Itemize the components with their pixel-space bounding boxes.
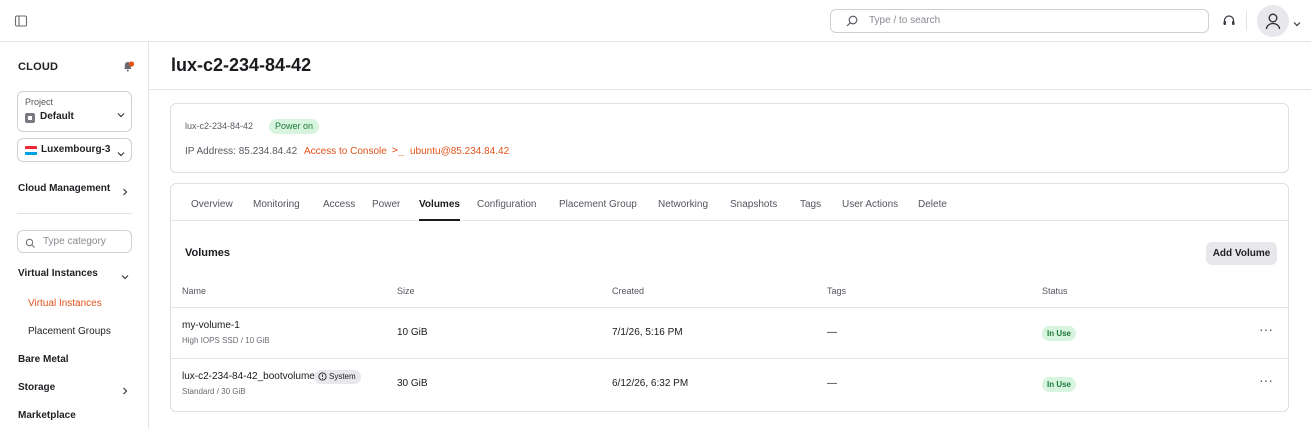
terminal-icon: >_ [392,145,405,156]
search-icon [845,14,859,28]
tab-snapshots[interactable]: Snapshots [730,199,777,210]
column-header-status[interactable]: Status [1042,286,1068,296]
search-icon [25,236,36,248]
project-icon [25,113,35,123]
volume-size: 10 GiB [397,327,428,338]
project-select[interactable]: Project Default [17,91,132,132]
column-header-size[interactable]: Size [397,286,415,296]
more-actions-icon[interactable]: ··· [1259,322,1273,342]
system-badge-label: System [329,372,356,381]
console-link[interactable]: Access to Console [304,146,387,157]
sidebar-item-virtual-instances[interactable]: Virtual Instances [28,298,102,309]
volume-size: 30 GiB [397,378,428,389]
volume-name[interactable]: my-volume-1 [182,320,240,331]
tab-overview[interactable]: Overview [191,199,233,210]
volume-type: High IOPS SSD / 10 GiB [182,336,270,345]
divider [17,213,132,214]
status-badge: In Use [1042,377,1077,392]
tab-bar: Overview Monitoring Access Power Volumes… [171,184,1288,221]
search-placeholder: Type / to search [869,15,941,26]
page-title: lux-c2-234-84-42 [171,55,312,75]
instance-info-card: lux-c2-234-84-42 Power on IP Address: 85… [170,103,1289,173]
volume-tags: — [827,378,837,389]
chevron-down-icon [116,107,126,118]
tab-monitoring[interactable]: Monitoring [253,199,300,210]
sidebar-item-bare-metal[interactable]: Bare Metal [18,354,69,365]
column-header-tags[interactable]: Tags [827,286,846,296]
sidebar-toggle-icon[interactable] [13,13,29,29]
status-badge: In Use [1042,326,1077,341]
volume-name[interactable]: lux-c2-234-84-42_bootvolume [182,371,315,382]
divider [149,89,1311,90]
region-select[interactable]: Luxembourg-3 [17,138,132,162]
tab-delete[interactable]: Delete [918,199,947,210]
volume-tags: — [827,327,837,338]
user-avatar[interactable] [1257,5,1289,37]
chevron-right-icon[interactable] [120,184,130,196]
category-search-input[interactable]: Type category [17,230,132,253]
sidebar: CLOUD Project Default Luxembourg-3 Cloud… [0,42,149,429]
chevron-down-icon[interactable] [120,269,130,280]
ssh-link[interactable]: ubuntu@85.234.84.42 [410,146,509,157]
column-header-name[interactable]: Name [182,286,206,296]
volume-type: Standard / 30 GiB [182,387,246,396]
sidebar-item-storage[interactable]: Storage [18,382,55,393]
luxembourg-flag-icon [25,146,37,155]
bell-icon[interactable] [121,59,135,73]
volume-created: 6/12/26, 6:32 PM [612,378,689,389]
top-bar: Type / to search [0,0,1311,42]
volumes-panel: Overview Monitoring Access Power Volumes… [170,183,1289,412]
instance-name: lux-c2-234-84-42 [185,121,254,131]
active-tab-indicator [419,219,460,221]
volumes-title: Volumes [185,247,231,259]
global-search-input[interactable]: Type / to search [830,9,1209,33]
tab-configuration[interactable]: Configuration [477,199,536,210]
tab-power[interactable]: Power [372,199,400,210]
tab-user-actions[interactable]: User Actions [842,199,898,210]
add-volume-button[interactable]: Add Volume [1206,242,1277,265]
sidebar-item-placement-groups[interactable]: Placement Groups [28,326,111,337]
sidebar-item-marketplace[interactable]: Marketplace [18,410,76,421]
power-status-badge: Power on [269,119,320,134]
sidebar-item-cloud-management[interactable]: Cloud Management [18,183,110,194]
project-value: Default [40,111,74,122]
tab-placement-group[interactable]: Placement Group [559,199,637,210]
tab-volumes[interactable]: Volumes [419,199,460,210]
sidebar-group-virtual-instances[interactable]: Virtual Instances [18,268,98,279]
table-row[interactable]: lux-c2-234-84-42_bootvolume System Stand… [171,358,1288,408]
tab-access[interactable]: Access [323,199,355,210]
category-placeholder: Type category [43,236,106,247]
more-actions-icon[interactable]: ··· [1259,373,1273,393]
chevron-right-icon[interactable] [120,383,130,395]
sidebar-title: CLOUD [18,61,59,73]
tab-tags[interactable]: Tags [800,199,821,210]
headset-icon[interactable] [1221,13,1237,29]
ip-address: IP Address: 85.234.84.42 [185,146,298,157]
chevron-down-icon[interactable] [1292,16,1302,27]
table-row[interactable]: my-volume-1 High IOPS SSD / 10 GiB 10 Gi… [171,308,1288,358]
chevron-down-icon [116,146,126,157]
region-value: Luxembourg-3 [41,144,111,155]
tab-networking[interactable]: Networking [658,199,708,210]
project-label: Project [25,97,54,107]
system-badge: System [314,370,361,384]
volume-created: 7/1/26, 5:16 PM [612,327,683,338]
divider [1246,11,1247,31]
column-header-created[interactable]: Created [612,286,644,296]
info-icon [318,372,327,386]
